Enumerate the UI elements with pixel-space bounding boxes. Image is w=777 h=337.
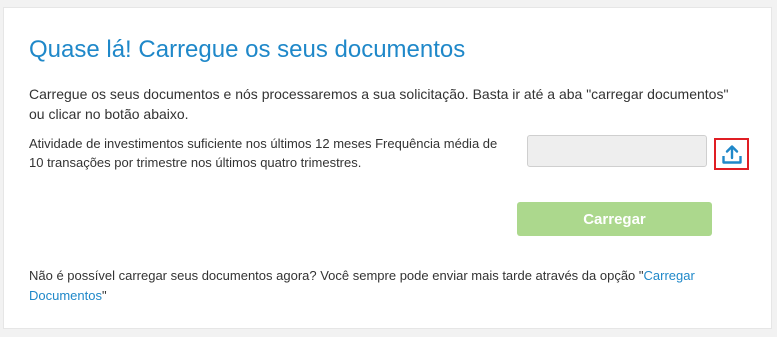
upload-icon — [721, 143, 743, 165]
submit-upload-button[interactable]: Carregar — [517, 202, 712, 236]
upload-documents-card: Quase lá! Carregue os seus documentos Ca… — [3, 7, 772, 329]
footer-text: Não é possível carregar seus documentos … — [29, 268, 639, 283]
upload-file-button[interactable] — [714, 138, 749, 170]
intro-text: Carregue os seus documentos e nós proces… — [29, 86, 729, 122]
footer-note: Não é possível carregar seus documentos … — [29, 266, 749, 306]
footer-quote-close: " — [101, 288, 107, 303]
requirement-description: Atividade de investimentos suficiente no… — [29, 136, 498, 170]
file-name-field[interactable] — [527, 135, 707, 167]
page-title: Quase lá! Carregue os seus documentos — [29, 36, 466, 63]
